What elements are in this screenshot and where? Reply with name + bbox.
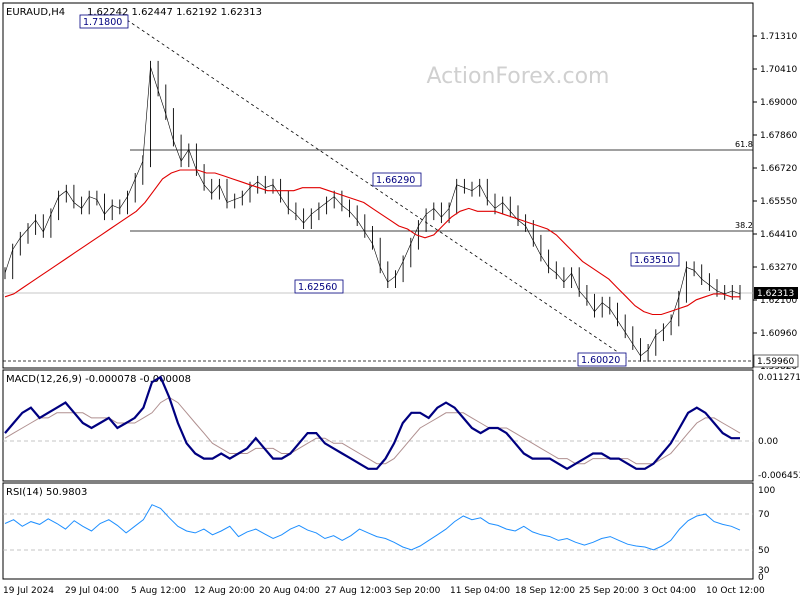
x-tick: 10 Oct 12:00 bbox=[706, 586, 765, 596]
x-tick: 11 Sep 04:00 bbox=[450, 586, 510, 596]
watermark: ActionForex.com bbox=[427, 64, 610, 89]
rsi-y-tick: 0 bbox=[758, 573, 764, 583]
rsi-panel-frame bbox=[2, 482, 754, 580]
price-y-tick: 1.65550 bbox=[760, 197, 797, 207]
price-y-tick: 1.66720 bbox=[760, 164, 797, 174]
macd-y-tick: 0.011271 bbox=[758, 373, 800, 383]
x-tick: 29 Jul 04:00 bbox=[65, 586, 119, 596]
rsi-header: RSI(14) 50.9803 bbox=[6, 487, 87, 498]
price-y-tick: 1.67860 bbox=[760, 131, 797, 141]
price-header-symbol: EURAUD,H4 bbox=[6, 7, 65, 18]
x-tick: 12 Aug 20:00 bbox=[194, 586, 255, 596]
rsi-y-tick: 70 bbox=[758, 510, 770, 520]
x-axis: 19 Jul 2024 29 Jul 04:00 5 Aug 12:00 12 … bbox=[3, 586, 765, 596]
price-y-tick: 1.63270 bbox=[760, 263, 797, 273]
fib-61-8-label: 61.8 bbox=[735, 140, 753, 149]
price-y-tick: 1.60960 bbox=[760, 329, 797, 339]
rsi-y-tick: 50 bbox=[758, 546, 770, 556]
price-y-axis: 1.71310 1.70410 1.69000 1.67860 1.66720 … bbox=[760, 32, 797, 372]
price-y-tick: 1.71310 bbox=[760, 32, 797, 42]
price-y-tick: 1.64410 bbox=[760, 230, 797, 240]
annotation-1-60020: 1.60020 bbox=[581, 355, 620, 366]
macd-y-tick: 0.00 bbox=[758, 437, 778, 447]
x-tick: 5 Aug 12:00 bbox=[131, 586, 186, 596]
rsi-y-tick: 100 bbox=[758, 486, 775, 496]
x-tick: 27 Aug 12:00 bbox=[325, 586, 386, 596]
price-y-tick: 1.70410 bbox=[760, 65, 797, 75]
fib-38-2-label: 38.2 bbox=[735, 221, 753, 230]
price-y-tick: 1.69000 bbox=[760, 98, 797, 108]
annotation-1-66290: 1.66290 bbox=[376, 175, 415, 186]
current-price-tag: 1.62313 bbox=[757, 289, 794, 299]
level-price-tag: 1.59960 bbox=[757, 357, 794, 367]
annotation-1-71800: 1.71800 bbox=[83, 17, 122, 28]
x-tick: 19 Jul 2024 bbox=[3, 586, 54, 596]
annotation-1-62560: 1.62560 bbox=[298, 282, 337, 293]
macd-y-tick: -0.006453 bbox=[758, 471, 800, 481]
annotation-1-63510: 1.63510 bbox=[634, 255, 673, 266]
x-tick: 3 Sep 20:00 bbox=[386, 586, 441, 596]
x-tick: 20 Aug 04:00 bbox=[259, 586, 320, 596]
x-tick: 25 Sep 20:00 bbox=[579, 586, 639, 596]
chart-stage: ActionForex.com EURAUD,H4 1.62242 1.6244… bbox=[2, 2, 800, 596]
x-tick: 3 Oct 04:00 bbox=[643, 586, 696, 596]
x-tick: 18 Sep 12:00 bbox=[515, 586, 575, 596]
